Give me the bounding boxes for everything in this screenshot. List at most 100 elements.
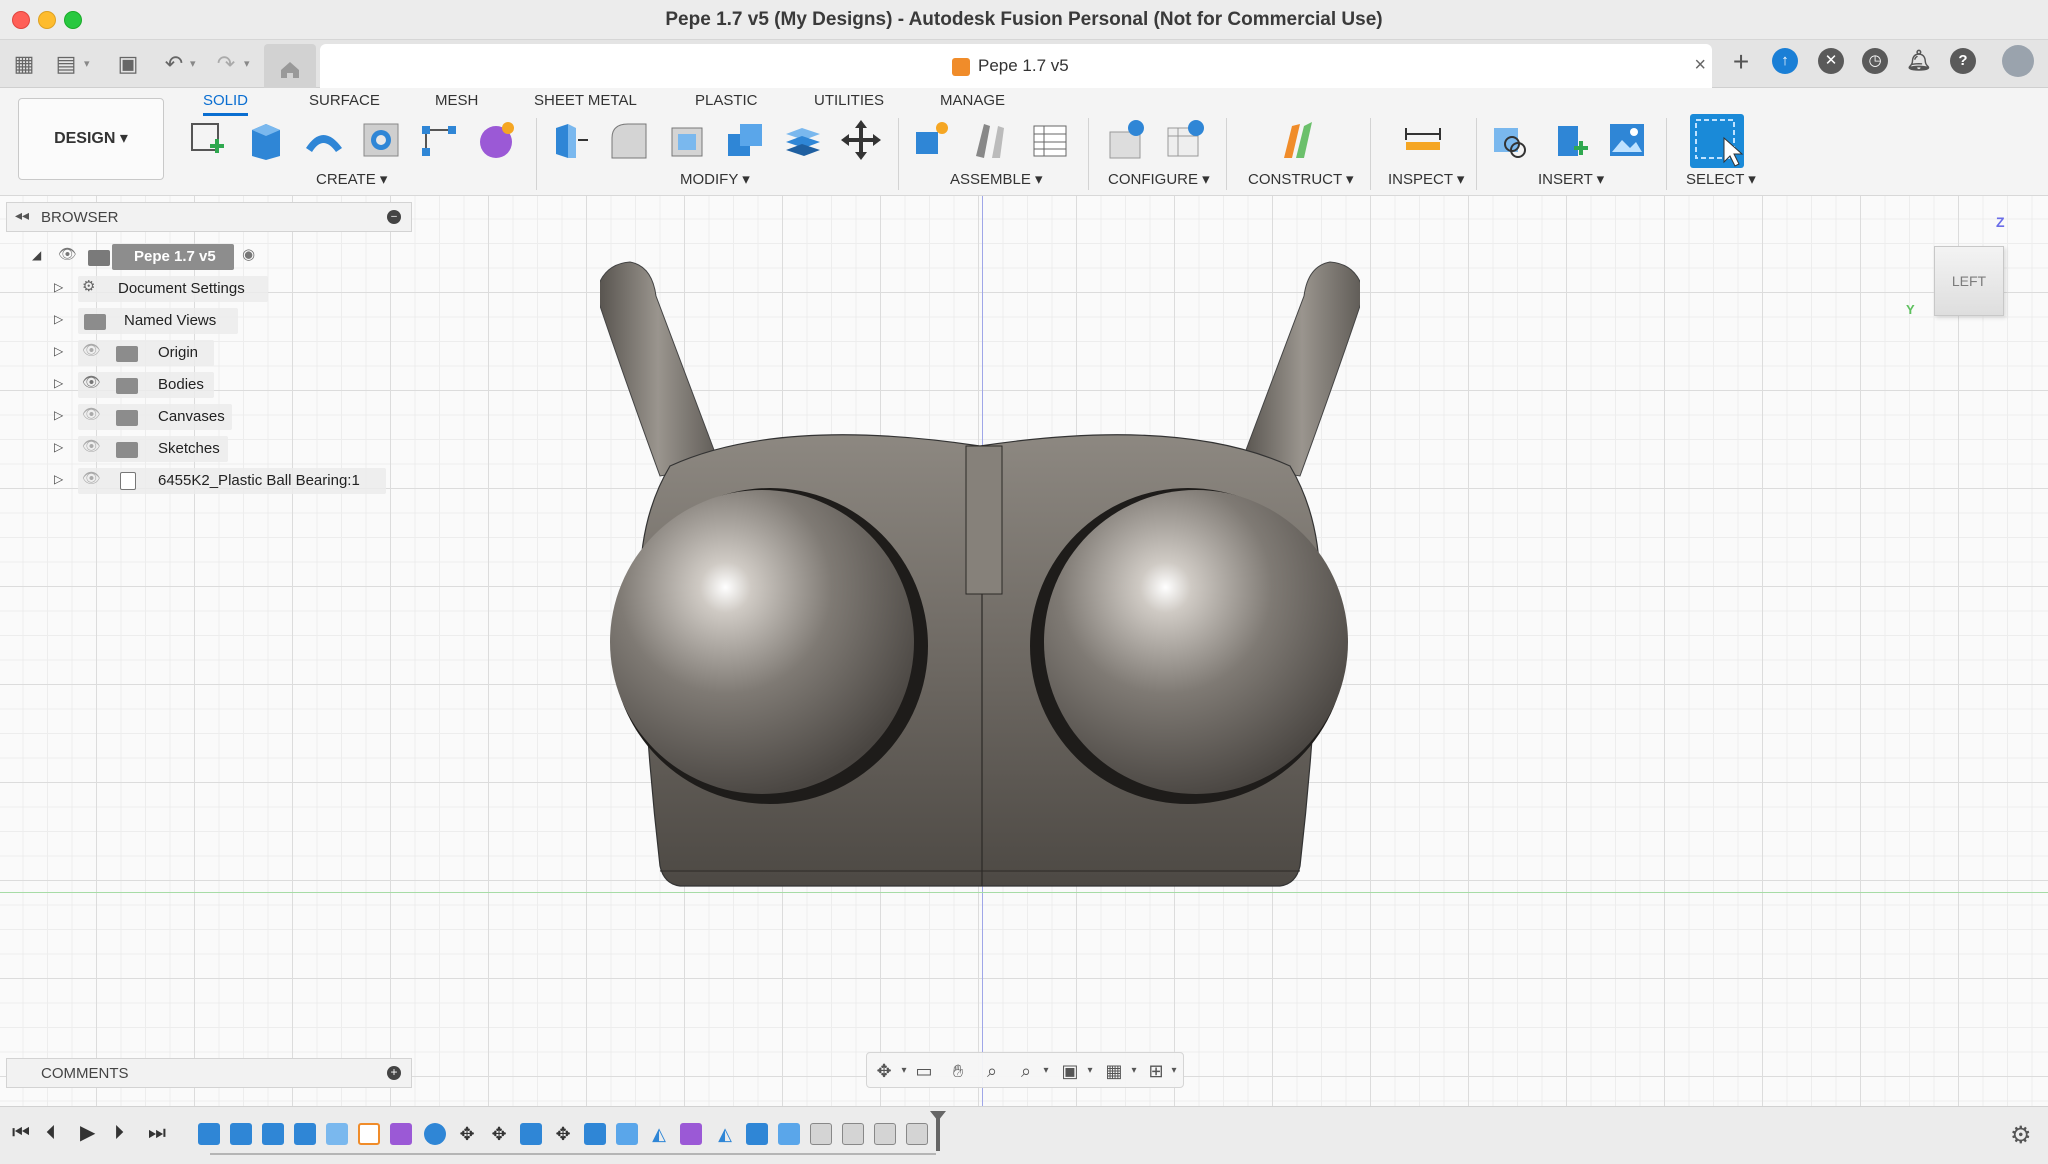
timeline-feature-move[interactable]: ✥ xyxy=(456,1123,478,1145)
timeline-feature-fillet[interactable] xyxy=(810,1123,832,1145)
fillet-tool[interactable] xyxy=(608,118,650,162)
user-avatar[interactable] xyxy=(2002,45,2034,77)
insert-derive-tool[interactable] xyxy=(1490,118,1532,162)
expand-arrow-icon[interactable]: ▷ xyxy=(54,376,63,390)
fit-chevron-icon[interactable]: ▾ xyxy=(1035,1061,1057,1081)
timeline-feature-draft[interactable]: ◭ xyxy=(714,1123,736,1145)
viewports-chevron-icon[interactable]: ▾ xyxy=(1163,1061,1185,1081)
file-menu-chevron-icon[interactable]: ▾ xyxy=(84,50,90,78)
tab-manage[interactable]: MANAGE xyxy=(940,88,1005,116)
offset-plane-tool[interactable] xyxy=(1278,118,1320,162)
create-menu[interactable]: CREATE ▾ xyxy=(316,170,387,188)
display-chevron-icon[interactable]: ▾ xyxy=(1079,1061,1101,1081)
revolve-tool[interactable] xyxy=(302,118,344,162)
close-tab-icon[interactable]: × xyxy=(1694,54,1706,77)
timeline-feature-combine[interactable] xyxy=(778,1123,800,1145)
hole-tool[interactable] xyxy=(360,118,402,162)
configure-menu[interactable]: CONFIGURE ▾ xyxy=(1108,170,1210,188)
display-settings-icon[interactable]: ▣ xyxy=(1059,1061,1081,1081)
activate-radio-icon[interactable]: ◉ xyxy=(242,247,262,262)
timeline-feature-draft[interactable]: ◭ xyxy=(648,1123,670,1145)
fit-zoom-icon[interactable]: ⌕ xyxy=(1015,1061,1037,1081)
bom-tool[interactable] xyxy=(1028,118,1070,162)
hidden-eye-icon[interactable]: 👁︎ xyxy=(82,407,102,422)
extensions-icon[interactable]: ✕ xyxy=(1818,48,1844,74)
assemble-menu[interactable]: ASSEMBLE ▾ xyxy=(950,170,1043,188)
timeline-feature-extrude[interactable] xyxy=(520,1123,542,1145)
timeline-marker[interactable] xyxy=(936,1115,940,1151)
save-icon[interactable]: ▣ xyxy=(114,50,142,78)
move-copy-tool[interactable] xyxy=(840,118,882,162)
redo-icon[interactable]: ↷ xyxy=(212,50,240,78)
timeline-feature-move[interactable]: ✥ xyxy=(488,1123,510,1145)
measure-tool[interactable] xyxy=(1402,118,1444,162)
timeline-feature-combine[interactable] xyxy=(616,1123,638,1145)
undo-chevron-icon[interactable]: ▾ xyxy=(190,50,196,78)
timeline-prev-button[interactable]: ⏴ xyxy=(46,1121,56,1145)
hidden-eye-icon[interactable]: 👁︎ xyxy=(82,471,102,486)
visibility-eye-icon[interactable]: 👁︎ xyxy=(58,247,78,262)
inspect-menu[interactable]: INSPECT ▾ xyxy=(1388,170,1464,188)
tab-sheet-metal[interactable]: SHEET METAL xyxy=(534,88,637,116)
clock-icon[interactable]: ◷ xyxy=(1862,48,1888,74)
viewport-canvas[interactable]: ◂◂ BROWSER – ◢ 👁︎ Pepe 1.7 v5 ◉ ▷ ⚙ Docu… xyxy=(0,196,2048,1106)
home-tab[interactable] xyxy=(264,44,316,88)
expand-arrow-icon[interactable]: ▷ xyxy=(54,312,63,326)
expand-arrow-icon[interactable]: ▷ xyxy=(54,472,63,486)
orbit-icon[interactable]: ✥ xyxy=(873,1061,895,1081)
configuration-table-tool[interactable] xyxy=(1164,118,1206,162)
timeline-feature-canvas[interactable] xyxy=(294,1123,316,1145)
timeline-feature-sphere[interactable] xyxy=(424,1123,446,1145)
hidden-eye-icon[interactable]: 👁︎ xyxy=(82,343,102,358)
look-at-icon[interactable]: ▭ xyxy=(913,1061,935,1081)
job-status-icon[interactable]: ↑ xyxy=(1772,48,1798,74)
browser-item-canvases[interactable]: ▷ 👁︎ Canvases xyxy=(54,404,274,430)
timeline-feature-move[interactable]: ✥ xyxy=(552,1123,574,1145)
orbit-chevron-icon[interactable]: ▾ xyxy=(893,1061,915,1081)
new-component-tool[interactable] xyxy=(912,118,954,162)
redo-chevron-icon[interactable]: ▾ xyxy=(244,50,250,78)
app-grid-icon[interactable]: ▦ xyxy=(10,50,38,78)
timeline-play-button[interactable]: ▶ xyxy=(80,1121,95,1145)
document-tab[interactable]: Pepe 1.7 v5 × xyxy=(320,44,1712,88)
select-tool[interactable] xyxy=(1690,114,1744,168)
tab-plastic[interactable]: PLASTIC xyxy=(695,88,758,116)
hidden-eye-icon[interactable]: 👁︎ xyxy=(82,439,102,454)
insert-canvas-tool[interactable] xyxy=(1606,118,1648,162)
visibility-eye-icon[interactable]: 👁︎ xyxy=(82,375,102,390)
browser-item-document-settings[interactable]: ▷ ⚙ Document Settings xyxy=(54,276,274,302)
pan-hand-icon[interactable]: ✋︎ xyxy=(947,1061,969,1081)
select-menu[interactable]: SELECT ▾ xyxy=(1686,170,1756,188)
timeline-feature-fillet[interactable] xyxy=(906,1123,928,1145)
timeline-feature-calibrate[interactable] xyxy=(326,1123,348,1145)
tab-mesh[interactable]: MESH xyxy=(435,88,478,116)
pattern-tool[interactable] xyxy=(418,118,460,162)
expand-arrow-icon[interactable]: ▷ xyxy=(54,440,63,454)
timeline-feature-press-pull[interactable] xyxy=(584,1123,606,1145)
extrude-tool[interactable] xyxy=(244,118,286,162)
timeline-feature-form[interactable] xyxy=(680,1123,702,1145)
shell-tool[interactable] xyxy=(666,118,708,162)
notifications-bell-icon[interactable]: 🔔︎ xyxy=(1906,48,1932,74)
file-menu-icon[interactable]: ▤ xyxy=(52,50,80,78)
create-sketch-tool[interactable] xyxy=(186,118,228,162)
grid-settings-icon[interactable]: ▦ xyxy=(1103,1061,1125,1081)
viewcube[interactable]: LEFT xyxy=(1934,246,2004,316)
3d-model-body[interactable] xyxy=(600,256,1360,896)
collapse-arrow-icon[interactable]: ◢ xyxy=(32,248,41,262)
modify-menu[interactable]: MODIFY ▾ xyxy=(680,170,750,188)
timeline-last-button[interactable]: ⏭ xyxy=(148,1121,166,1145)
expand-arrow-icon[interactable]: ▷ xyxy=(54,280,63,294)
timeline-feature-fillet[interactable] xyxy=(874,1123,896,1145)
expand-arrow-icon[interactable]: ▷ xyxy=(54,344,63,358)
browser-item-bodies[interactable]: ▷ 👁︎ Bodies xyxy=(54,372,274,398)
joint-tool[interactable] xyxy=(970,118,1012,162)
browser-root-node[interactable]: ◢ 👁︎ Pepe 1.7 v5 ◉ xyxy=(32,244,272,270)
browser-item-named-views[interactable]: ▷ Named Views xyxy=(54,308,274,334)
browser-item-sketches[interactable]: ▷ 👁︎ Sketches xyxy=(54,436,274,462)
workspace-switcher[interactable]: DESIGN ▾ xyxy=(18,98,164,180)
combine-tool[interactable] xyxy=(724,118,766,162)
add-comment-icon[interactable]: + xyxy=(387,1066,401,1080)
new-tab-button[interactable]: + xyxy=(1726,48,1756,78)
configure-tool[interactable] xyxy=(1106,118,1148,162)
